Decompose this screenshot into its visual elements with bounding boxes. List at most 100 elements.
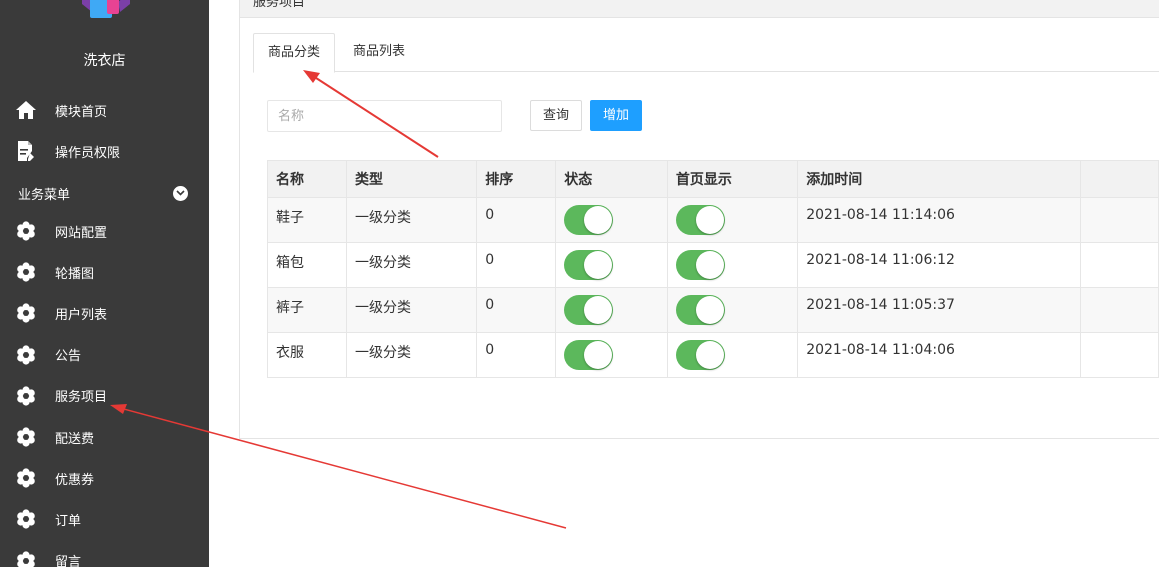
home-icon xyxy=(15,99,37,121)
nav-item-label: 服务项目 xyxy=(55,390,108,406)
cell-name: 箱包 xyxy=(267,242,347,288)
nav-item-label: 操作员权限 xyxy=(55,145,121,161)
sidebar-item-2[interactable]: 用户列表 xyxy=(0,295,209,331)
sidebar-item-6[interactable]: 优惠券 xyxy=(0,460,209,496)
cell-added-time: 2021-08-14 11:06:12 xyxy=(797,242,1081,288)
status-toggle[interactable] xyxy=(564,250,614,280)
name-search-input[interactable] xyxy=(267,100,502,132)
gear-icon xyxy=(15,550,37,572)
add-button[interactable]: 增加 xyxy=(590,100,643,131)
column-header-added-time: 添加时间 xyxy=(797,160,1081,198)
cell-status xyxy=(555,287,668,333)
query-button[interactable]: 查询 xyxy=(530,100,583,131)
cell-actions xyxy=(1079,287,1159,333)
nav-group-business-menu[interactable]: 业务菜单 xyxy=(0,178,209,208)
sidebar-item-0[interactable]: 网站配置 xyxy=(0,213,209,249)
cell-added-time: 2021-08-14 11:04:06 xyxy=(797,332,1081,378)
shop-name: 洗衣店 xyxy=(83,53,126,69)
shop-logo xyxy=(78,0,134,28)
gear-icon xyxy=(15,426,37,448)
toggle-knob xyxy=(584,296,613,324)
cell-actions xyxy=(1079,242,1159,288)
table-row: 鞋子 一级分类 0 2021-08-14 11:14:06 xyxy=(267,197,1159,243)
nav-item-operator-permissions[interactable]: 操作员权限 xyxy=(0,133,209,169)
sidebar-item-8[interactable]: 留言 xyxy=(0,543,209,579)
table-row: 箱包 一级分类 0 2021-08-14 11:06:12 xyxy=(267,242,1159,288)
gear-icon xyxy=(15,302,37,324)
nav-item-label: 配送费 xyxy=(55,431,95,447)
cell-status xyxy=(555,242,668,288)
toggle-knob xyxy=(695,341,724,369)
cell-status xyxy=(555,197,668,243)
nav-item-label: 用户列表 xyxy=(55,307,108,323)
column-header-status: 状态 xyxy=(555,160,668,198)
cell-sort: 0 xyxy=(476,287,557,333)
cell-name: 裤子 xyxy=(267,287,347,333)
cell-added-time: 2021-08-14 11:05:37 xyxy=(797,287,1081,333)
sidebar-item-7[interactable]: 订单 xyxy=(0,501,209,537)
home-display-toggle[interactable] xyxy=(675,295,725,325)
cell-type: 一级分类 xyxy=(345,242,478,288)
cell-home-display xyxy=(666,197,799,243)
home-display-toggle[interactable] xyxy=(675,205,725,235)
toggle-knob xyxy=(584,251,613,279)
cell-sort: 0 xyxy=(476,332,557,378)
cell-actions xyxy=(1079,197,1159,243)
toggle-knob xyxy=(584,206,613,234)
gear-icon xyxy=(15,261,37,283)
column-header-name: 名称 xyxy=(267,160,347,198)
toggle-knob xyxy=(584,341,613,369)
document-edit-icon xyxy=(15,140,37,162)
nav-item-label: 模块首页 xyxy=(55,104,108,120)
sidebar-item-1[interactable]: 轮播图 xyxy=(0,254,209,290)
table-header-row: 名称 类型 排序 状态 首页显示 添加时间 xyxy=(267,160,1159,198)
nav-item-label: 轮播图 xyxy=(55,266,95,282)
nav-item-label: 网站配置 xyxy=(55,225,108,241)
cell-name: 鞋子 xyxy=(267,197,347,243)
home-display-toggle[interactable] xyxy=(675,340,725,370)
status-toggle[interactable] xyxy=(564,340,614,370)
cell-actions xyxy=(1079,332,1159,378)
column-header-home-display: 首页显示 xyxy=(666,160,799,198)
gear-icon xyxy=(15,344,37,366)
home-display-toggle[interactable] xyxy=(675,250,725,280)
tab-product-list[interactable]: 商品列表 xyxy=(339,33,419,72)
column-header-sort: 排序 xyxy=(476,160,557,198)
gear-icon xyxy=(15,385,37,407)
chevron-down-icon xyxy=(173,185,188,201)
status-toggle[interactable] xyxy=(564,295,614,325)
gear-icon xyxy=(15,508,37,530)
table-row: 裤子 一级分类 0 2021-08-14 11:05:37 xyxy=(267,287,1159,333)
tab-product-category[interactable]: 商品分类 xyxy=(253,33,336,73)
cell-added-time: 2021-08-14 11:14:06 xyxy=(797,197,1081,243)
cell-type: 一级分类 xyxy=(345,332,478,378)
column-header-actions xyxy=(1079,160,1159,198)
status-toggle[interactable] xyxy=(564,205,614,235)
nav-item-label: 留言 xyxy=(55,555,82,571)
panel-title: 服务项目 xyxy=(253,0,306,10)
nav-item-label: 公告 xyxy=(55,349,82,365)
panel-header: 服务项目 xyxy=(240,0,1159,18)
toggle-knob xyxy=(695,251,724,279)
table-row: 衣服 一级分类 0 2021-08-14 11:04:06 xyxy=(267,332,1159,378)
sidebar-item-3[interactable]: 公告 xyxy=(0,337,209,373)
sidebar: 洗衣店 模块首页 操作员权限 业务菜单 网站配置轮播图用户列表公告服务项目配送费… xyxy=(0,0,209,571)
nav-group-label: 业务菜单 xyxy=(18,187,71,203)
cell-sort: 0 xyxy=(476,242,557,288)
cell-home-display xyxy=(666,332,799,378)
sidebar-item-4[interactable]: 服务项目 xyxy=(0,378,209,414)
cell-status xyxy=(555,332,668,378)
column-header-type: 类型 xyxy=(345,160,478,198)
gear-icon xyxy=(15,220,37,242)
cell-name: 衣服 xyxy=(267,332,347,378)
cell-home-display xyxy=(666,287,799,333)
sidebar-item-5[interactable]: 配送费 xyxy=(0,419,209,455)
cell-home-display xyxy=(666,242,799,288)
cell-type: 一级分类 xyxy=(345,197,478,243)
cell-type: 一级分类 xyxy=(345,287,478,333)
nav-item-module-home[interactable]: 模块首页 xyxy=(0,92,209,128)
category-table: 名称 类型 排序 状态 首页显示 添加时间 鞋子 一级分类 0 2021-08-14 … xyxy=(267,160,1159,378)
gear-icon xyxy=(15,467,37,489)
toggle-knob xyxy=(695,206,724,234)
tab-bar: 商品分类 商品列表 xyxy=(253,33,1159,73)
